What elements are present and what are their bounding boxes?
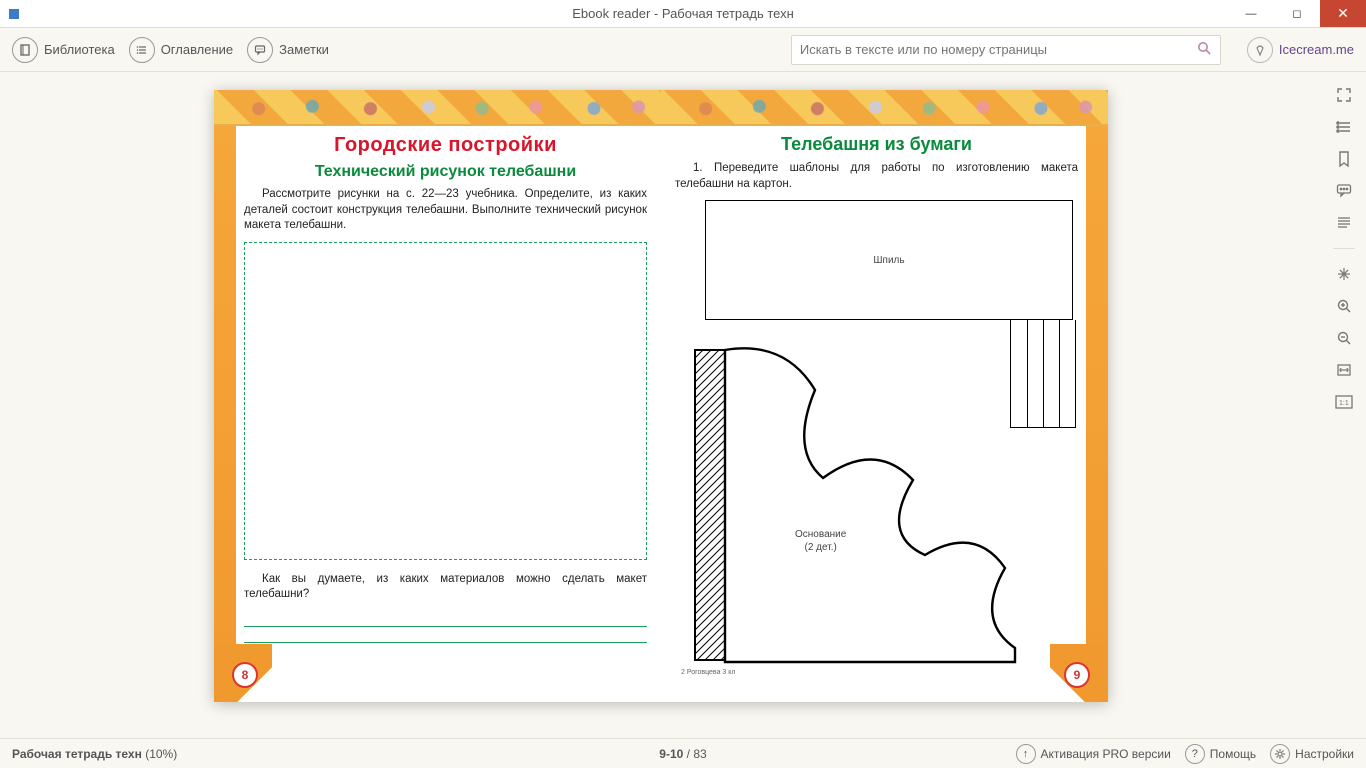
question-text: Как вы думаете, из каких материалов можн… (244, 572, 647, 603)
notes-label: Заметки (279, 42, 329, 57)
base-label-line2: (2 дет.) (795, 541, 846, 554)
drawing-area (244, 242, 647, 560)
book-icon (12, 37, 38, 63)
brand-link[interactable]: Icecream.me (1247, 37, 1354, 63)
maximize-button[interactable]: ◻ (1274, 0, 1320, 27)
fullscreen-icon[interactable] (1334, 86, 1354, 104)
toc-button[interactable]: Оглавление (129, 37, 233, 63)
library-button[interactable]: Библиотека (12, 37, 115, 63)
notes-button[interactable]: Заметки (247, 37, 329, 63)
zoom-out-icon[interactable] (1334, 329, 1354, 347)
arrow-up-icon: ↑ (1016, 744, 1036, 764)
window-controls: — ◻ ✕ (1228, 0, 1366, 27)
page-border-left (214, 90, 236, 702)
help-button[interactable]: ? Помощь (1185, 744, 1256, 764)
window-title: Ebook reader - Рабочая тетрадь техн (572, 6, 794, 21)
settings-button[interactable]: Настройки (1270, 744, 1354, 764)
total-pages: 83 (693, 747, 706, 761)
question-icon: ? (1185, 744, 1205, 764)
heading-sub: Технический рисунок телебашни (244, 163, 647, 181)
search-icon[interactable] (1196, 40, 1212, 59)
brightness-icon[interactable] (1334, 265, 1354, 283)
fit-width-icon[interactable] (1334, 361, 1354, 379)
page-left-content: Городские постройки Технический рисунок … (244, 134, 647, 690)
page-right: 9 Телебашня из бумаги 1. Переведите шабл… (661, 90, 1108, 702)
progress-pct: (10%) (145, 747, 177, 761)
book-name: Рабочая тетрадь техн (12, 747, 142, 761)
base-template (675, 330, 1035, 680)
actual-size-icon[interactable]: 1:1 (1334, 393, 1354, 411)
app-icon (0, 0, 28, 28)
instruction-text: Рассмотрите рисунки на с. 22—23 учебника… (244, 187, 647, 234)
toc-label: Оглавление (161, 42, 233, 57)
spire-template: Шпиль (705, 200, 1073, 320)
close-button[interactable]: ✕ (1320, 0, 1366, 27)
page-top-decor (661, 90, 1108, 126)
help-label: Помощь (1210, 747, 1256, 761)
zoom-in-icon[interactable] (1334, 297, 1354, 315)
page-border-right (1086, 90, 1108, 702)
text-lines-icon[interactable] (1334, 214, 1354, 232)
gear-icon (1270, 744, 1290, 764)
library-label: Библиотека (44, 42, 115, 57)
search-box[interactable] (791, 35, 1221, 65)
note-icon (247, 37, 273, 63)
list-icon (129, 37, 155, 63)
current-page: 9-10 (659, 747, 683, 761)
titlebar: Ebook reader - Рабочая тетрадь техн — ◻ … (0, 0, 1366, 28)
view-tools-rail: 1:1 (1322, 72, 1366, 738)
spire-label: Шпиль (873, 255, 904, 266)
page-viewport[interactable]: 8 Городские постройки Технический рисуно… (0, 72, 1322, 738)
brand-label: Icecream.me (1279, 42, 1354, 57)
base-label-line1: Основание (795, 528, 846, 541)
settings-label: Настройки (1295, 747, 1354, 761)
pro-activation-button[interactable]: ↑ Активация PRO версии (1016, 744, 1171, 764)
print-footnote: 2 Роговцева 3 кл (681, 669, 735, 676)
page-left: 8 Городские постройки Технический рисуно… (214, 90, 661, 702)
toolbar: Библиотека Оглавление Заметки Icecream.m… (0, 28, 1366, 72)
base-label: Основание (2 дет.) (795, 528, 846, 554)
bookmark-icon[interactable] (1334, 150, 1354, 168)
comment-icon[interactable] (1334, 182, 1354, 200)
instruction-right: 1. Переведите шаблоны для работы по изго… (675, 161, 1078, 192)
main-area: 8 Городские постройки Технический рисуно… (0, 72, 1366, 738)
minimize-button[interactable]: — (1228, 0, 1274, 27)
toc-rail-icon[interactable] (1334, 118, 1354, 136)
svg-text:1:1: 1:1 (1339, 400, 1349, 407)
status-book-title: Рабочая тетрадь техн (10%) (12, 747, 177, 761)
page-indicator: 9-10 / 83 (659, 747, 706, 761)
heading-right: Телебашня из бумаги (675, 134, 1078, 155)
pro-label: Активация PRO версии (1041, 747, 1171, 761)
answer-lines (244, 611, 647, 643)
heading-main: Городские постройки (244, 134, 647, 157)
page-top-decor (214, 90, 661, 126)
search-input[interactable] (800, 42, 1196, 57)
status-bar: Рабочая тетрадь техн (10%) 9-10 / 83 ↑ А… (0, 738, 1366, 768)
page-right-content: Телебашня из бумаги 1. Переведите шаблон… (675, 134, 1078, 690)
page-spread: 8 Городские постройки Технический рисуно… (214, 90, 1108, 702)
template-diagram: Шпиль (675, 200, 1078, 680)
icecream-icon (1247, 37, 1273, 63)
